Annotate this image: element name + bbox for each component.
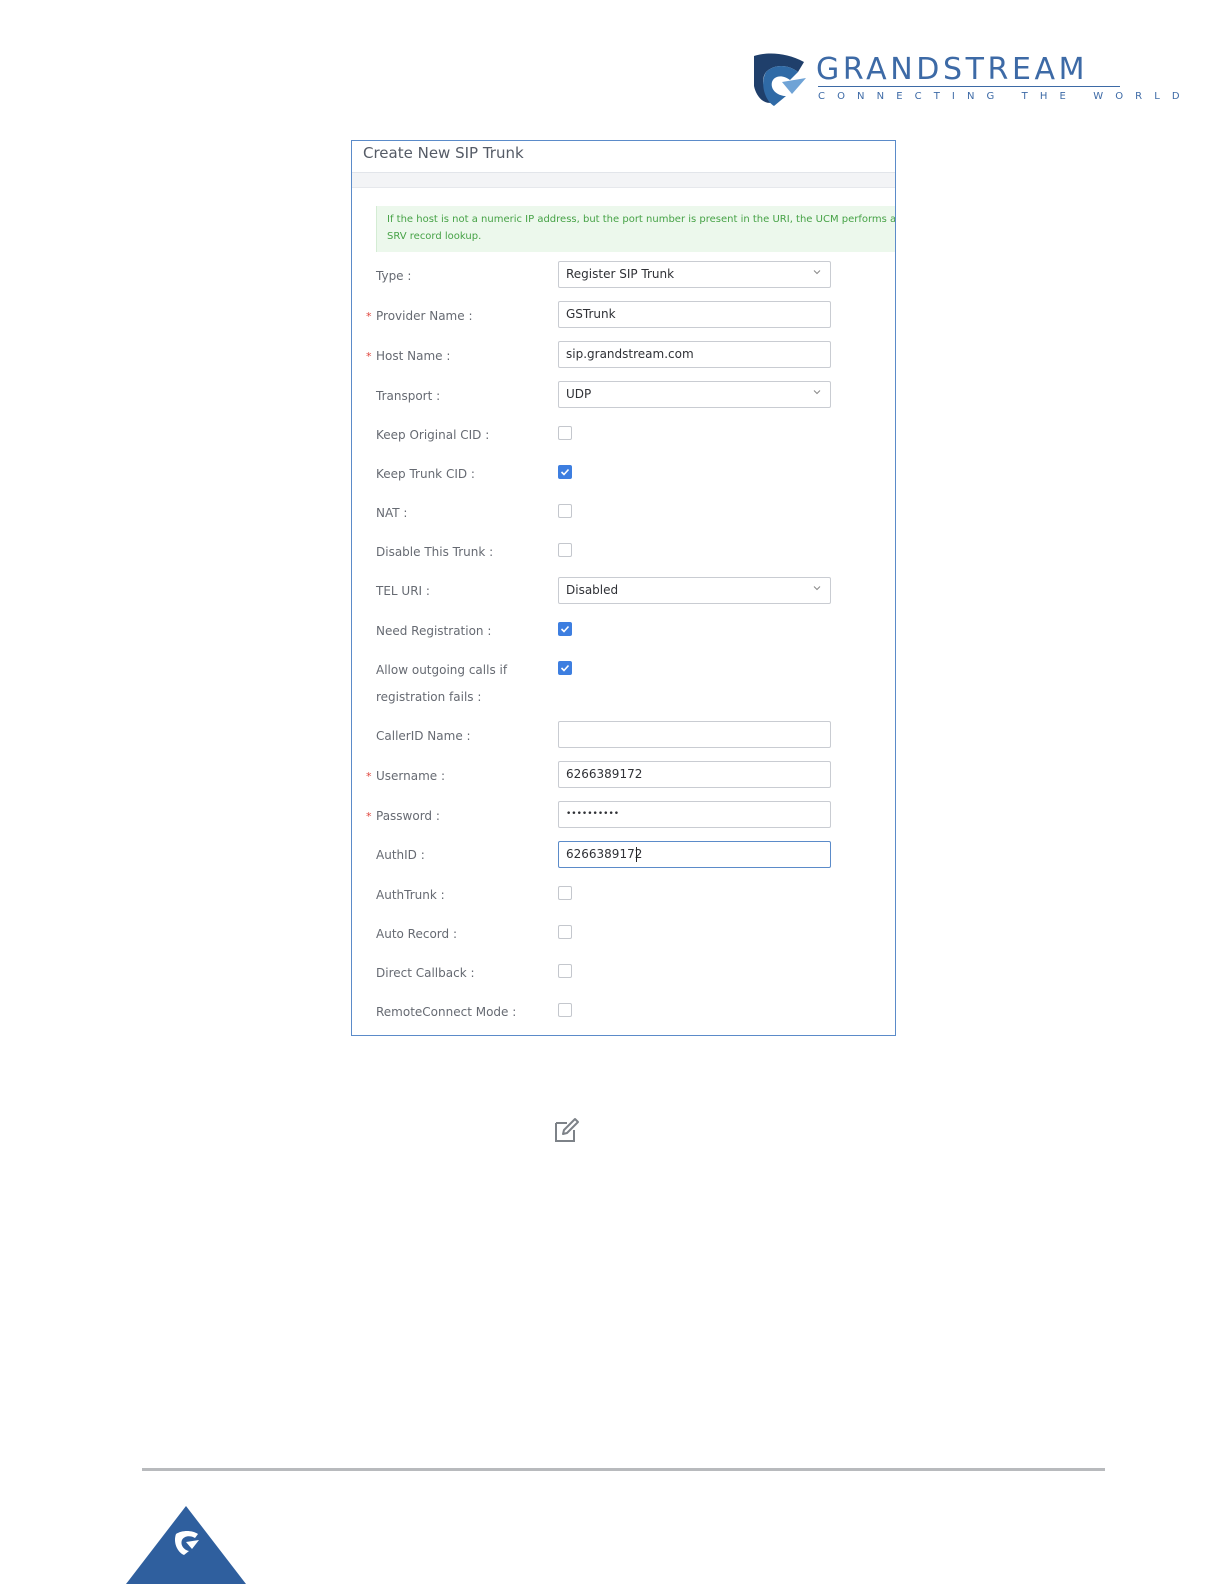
footer-divider [142,1468,1105,1471]
direct-callback-label: Direct Callback : [376,966,475,980]
required-mark: * [366,770,372,783]
info-notice: If the host is not a numeric IP address,… [376,206,896,252]
text-caret [636,847,637,862]
brand-name: GRANDSTREAM [816,52,1089,87]
edit-icon[interactable] [552,1117,580,1145]
dialog-header-band [352,173,895,188]
host-name-input[interactable]: sip.grandstream.com [558,341,831,368]
nat-checkbox[interactable] [558,504,572,518]
required-mark: * [366,350,372,363]
allow-outgoing-label-line2: registration fails : [376,690,482,704]
tel-uri-select[interactable]: Disabled [558,577,831,604]
provider-name-value: GSTrunk [566,307,616,321]
auto-record-label: Auto Record : [376,927,457,941]
username-input[interactable]: 6266389172 [558,761,831,788]
authtrunk-label: AuthTrunk : [376,888,445,902]
remoteconnect-mode-label: RemoteConnect Mode : [376,1005,517,1019]
password-input[interactable]: •••••••••• [558,801,831,828]
password-label: Password : [376,809,440,823]
brand-divider [818,86,1120,87]
provider-name-input[interactable]: GSTrunk [558,301,831,328]
keep-trunk-cid-checkbox[interactable] [558,465,572,479]
provider-name-label: Provider Name : [376,309,473,323]
authid-value: 6266389172 [566,847,643,861]
grandstream-badge-icon [126,1506,246,1584]
keep-trunk-cid-label: Keep Trunk CID : [376,467,475,481]
required-mark: * [366,810,372,823]
keep-original-cid-label: Keep Original CID : [376,428,490,442]
auto-record-checkbox[interactable] [558,925,572,939]
password-value: •••••••••• [566,809,620,819]
chevron-down-icon [813,270,821,275]
nat-label: NAT : [376,506,408,520]
username-label: Username : [376,769,446,783]
host-name-value: sip.grandstream.com [566,347,694,361]
allow-outgoing-label-line1: Allow outgoing calls if [376,663,508,677]
authid-input[interactable]: 6266389172 [558,841,831,868]
direct-callback-checkbox[interactable] [558,964,572,978]
type-value: Register SIP Trunk [566,267,675,281]
chevron-down-icon [813,390,821,395]
transport-label: Transport : [376,389,441,403]
notice-line-2: SRV record lookup. [387,231,482,242]
type-label: Type : [376,269,412,283]
brand-tagline: CONNECTING THE WORLD [818,91,1192,102]
host-name-label: Host Name : [376,349,451,363]
type-select[interactable]: Register SIP Trunk [558,261,831,288]
create-sip-trunk-dialog: Create New SIP Trunk If the host is not … [351,140,896,1036]
disable-this-trunk-checkbox[interactable] [558,543,572,557]
username-value: 6266389172 [566,767,643,781]
tel-uri-value: Disabled [566,583,619,597]
need-registration-checkbox[interactable] [558,622,572,636]
disable-this-trunk-label: Disable This Trunk : [376,545,494,559]
transport-value: UDP [566,387,592,401]
need-registration-label: Need Registration : [376,624,492,638]
authtrunk-checkbox[interactable] [558,886,572,900]
tel-uri-label: TEL URI : [376,584,430,598]
grandstream-logo: GRANDSTREAM CONNECTING THE WORLD [752,50,1180,112]
callerid-name-input[interactable] [558,721,831,748]
chevron-down-icon [813,586,821,591]
remoteconnect-mode-checkbox[interactable] [558,1003,572,1017]
check-icon [560,625,570,633]
required-mark: * [366,310,372,323]
keep-original-cid-checkbox[interactable] [558,426,572,440]
notice-line-1: If the host is not a numeric IP address,… [387,214,896,225]
callerid-name-label: CallerID Name : [376,729,471,743]
grandstream-logo-icon [754,53,806,106]
check-icon [560,468,570,476]
authid-label: AuthID : [376,848,425,862]
dialog-title: Create New SIP Trunk [363,144,524,162]
check-icon [560,664,570,672]
allow-outgoing-checkbox[interactable] [558,661,572,675]
transport-select[interactable]: UDP [558,381,831,408]
